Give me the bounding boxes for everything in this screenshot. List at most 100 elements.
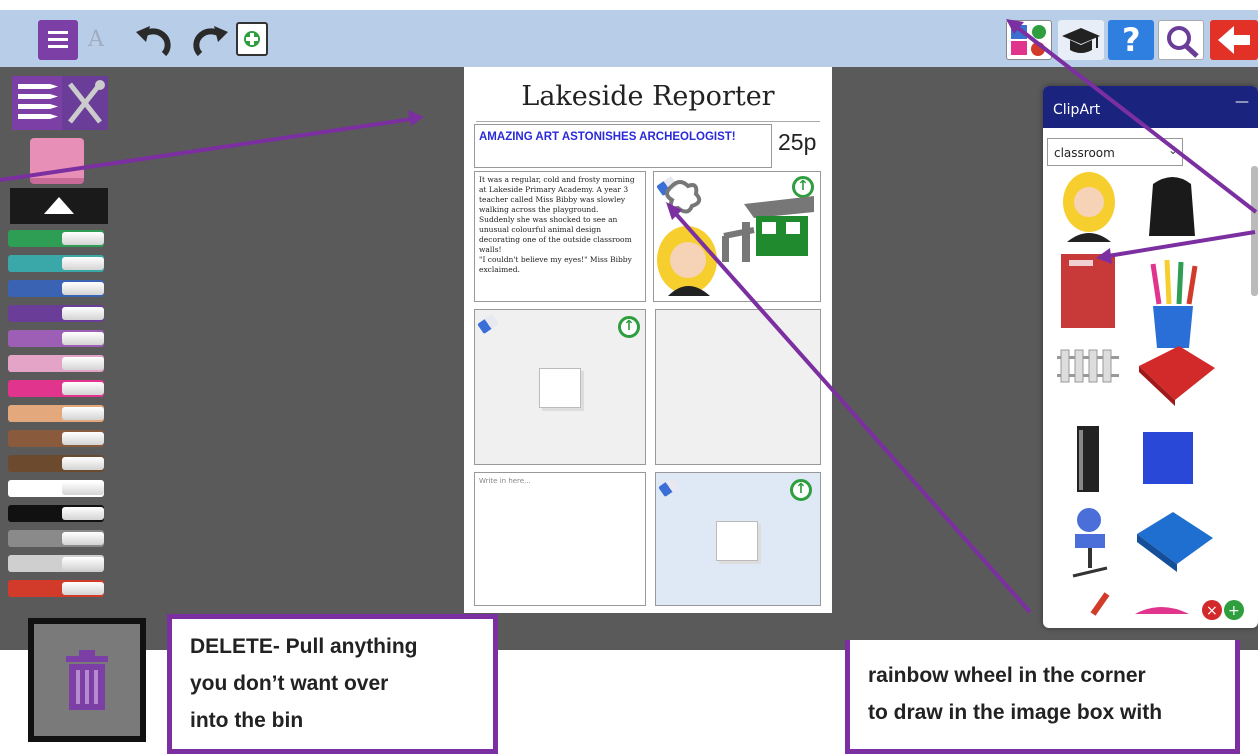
marker-pen[interactable]	[8, 580, 104, 597]
triangle-up-icon	[44, 197, 74, 214]
marker-cap	[62, 357, 104, 370]
marker-pen[interactable]	[8, 380, 104, 397]
scroll-up-button[interactable]	[10, 188, 108, 224]
search-button[interactable]	[1158, 20, 1204, 60]
story-line: exclaimed.	[479, 265, 520, 274]
learn-button[interactable]	[1058, 20, 1104, 60]
marker-cap	[62, 432, 104, 445]
marker-cap	[62, 382, 104, 395]
image-box-4[interactable]: ↑	[655, 472, 821, 606]
upload-icon[interactable]: ↑	[790, 479, 812, 501]
marker-cap	[62, 332, 104, 345]
story-line: walls!	[479, 245, 502, 254]
bin-frame	[28, 618, 146, 742]
graduation-cap-icon	[1062, 28, 1100, 53]
draw-line-2: to draw in the image box with	[868, 701, 1163, 724]
marker-pen[interactable]	[8, 505, 104, 522]
story-box[interactable]: It was a regular, cold and frosty mornin…	[474, 171, 646, 302]
clipart-panel: ClipArt — classroom ⌄ × +	[1043, 86, 1258, 628]
marker-cap	[62, 507, 104, 520]
marker-cap	[62, 532, 104, 545]
marker-pen[interactable]	[8, 430, 104, 447]
marker-cap	[62, 582, 104, 595]
image-placeholder-icon	[539, 368, 581, 408]
eraser-icon[interactable]	[658, 476, 680, 498]
upload-icon[interactable]: ↑	[618, 316, 640, 338]
story-line: teacher called Miss Bibby was slowley	[479, 195, 626, 204]
marker-pen[interactable]	[8, 405, 104, 422]
headline-box[interactable]: AMAZING ART ASTONISHES ARCHEOLOGIST!	[474, 124, 772, 168]
story-line: It was a regular, cold and frosty mornin…	[479, 175, 635, 184]
clipart-item-pencil-case[interactable]	[1161, 598, 1181, 618]
delete-line-2: you don’t want over	[190, 672, 389, 695]
clipart-girl-drawing	[657, 180, 814, 296]
story-line: at Lakeside Primary Academy. A year 3	[479, 185, 629, 194]
text-box[interactable]: Write in here...	[474, 472, 646, 606]
marker-cap	[62, 407, 104, 420]
clipart-button[interactable]	[1006, 20, 1052, 60]
story-line: "I couldn't believe my eyes!" Miss Bibby	[479, 255, 632, 264]
undo-button[interactable]	[134, 20, 174, 60]
add-page-icon	[244, 31, 260, 47]
hamburger-menu-icon	[48, 31, 68, 48]
add-clipart-button[interactable]	[1224, 600, 1244, 620]
story-line: walking across the playground.	[479, 205, 599, 214]
clipart-icon	[1011, 25, 1046, 56]
story-text: It was a regular, cold and frosty mornin…	[479, 175, 635, 275]
delete-clipart-button[interactable]	[1202, 600, 1222, 620]
image-box-1[interactable]: ↑	[653, 171, 821, 302]
bin-button[interactable]	[34, 624, 140, 736]
back-arrow-icon	[1218, 26, 1250, 54]
delete-line-3: into the bin	[190, 709, 304, 732]
marker-cap	[62, 282, 104, 295]
redo-button[interactable]	[186, 20, 228, 60]
tools-tab[interactable]	[62, 76, 108, 130]
clipart-grid: × +	[1057, 172, 1244, 620]
menu-button[interactable]	[38, 20, 78, 60]
image-box-2[interactable]: ↑	[474, 309, 646, 465]
add-page-button[interactable]	[236, 22, 268, 56]
marker-pen[interactable]	[8, 530, 104, 547]
eraser-tool[interactable]	[30, 138, 84, 184]
marker-cap	[62, 457, 104, 470]
pens-icon[interactable]	[12, 76, 62, 130]
top-toolbar: A ?	[0, 10, 1258, 67]
story-line: decorating one of the outside classroom	[479, 235, 632, 244]
delete-callout: DELETE- Pull anything you don’t want ove…	[167, 614, 498, 754]
draw-callout: rainbow wheel in the corner to draw in t…	[845, 640, 1240, 754]
title-divider	[476, 121, 820, 122]
font-button[interactable]: A	[82, 20, 112, 60]
image-box-3[interactable]	[655, 309, 821, 465]
marker-pen[interactable]	[8, 455, 104, 472]
undo-icon	[136, 26, 171, 57]
marker-pen[interactable]	[8, 255, 104, 272]
image-placeholder-icon	[716, 521, 758, 561]
newspaper-title: Lakeside Reporter	[521, 81, 775, 112]
marker-cap	[62, 557, 104, 570]
marker-cap	[62, 482, 104, 495]
marker-pen[interactable]	[8, 555, 104, 572]
marker-pen[interactable]	[8, 230, 104, 247]
marker-pen[interactable]	[8, 305, 104, 322]
eraser-icon[interactable]	[477, 313, 499, 335]
marker-pen[interactable]	[8, 280, 104, 297]
marker-list	[0, 224, 110, 614]
draw-line-1: rainbow wheel in the corner	[868, 664, 1146, 687]
marker-cap	[62, 232, 104, 245]
marker-pen[interactable]	[8, 480, 104, 497]
price-label: 25p	[778, 129, 817, 155]
marker-pen[interactable]	[8, 330, 104, 347]
marker-pen[interactable]	[8, 355, 104, 372]
story-line: unusual colourful animal design	[479, 225, 602, 234]
wrench-screwdriver-icon	[68, 80, 105, 124]
newspaper-page: Lakeside Reporter AMAZING ART ASTONISHES…	[464, 67, 832, 613]
headline-text: AMAZING ART ASTONISHES ARCHEOLOGIST!	[479, 131, 736, 143]
marker-cap	[62, 257, 104, 270]
help-button[interactable]: ?	[1108, 20, 1154, 60]
delete-callout-text: DELETE- Pull anything you don’t want ove…	[172, 619, 173, 620]
exit-button[interactable]	[1210, 20, 1258, 60]
marker-cap	[62, 307, 104, 320]
magnifier-icon	[1167, 26, 1199, 58]
tool-toggle	[12, 76, 108, 130]
text-placeholder: Write in here...	[479, 477, 531, 485]
